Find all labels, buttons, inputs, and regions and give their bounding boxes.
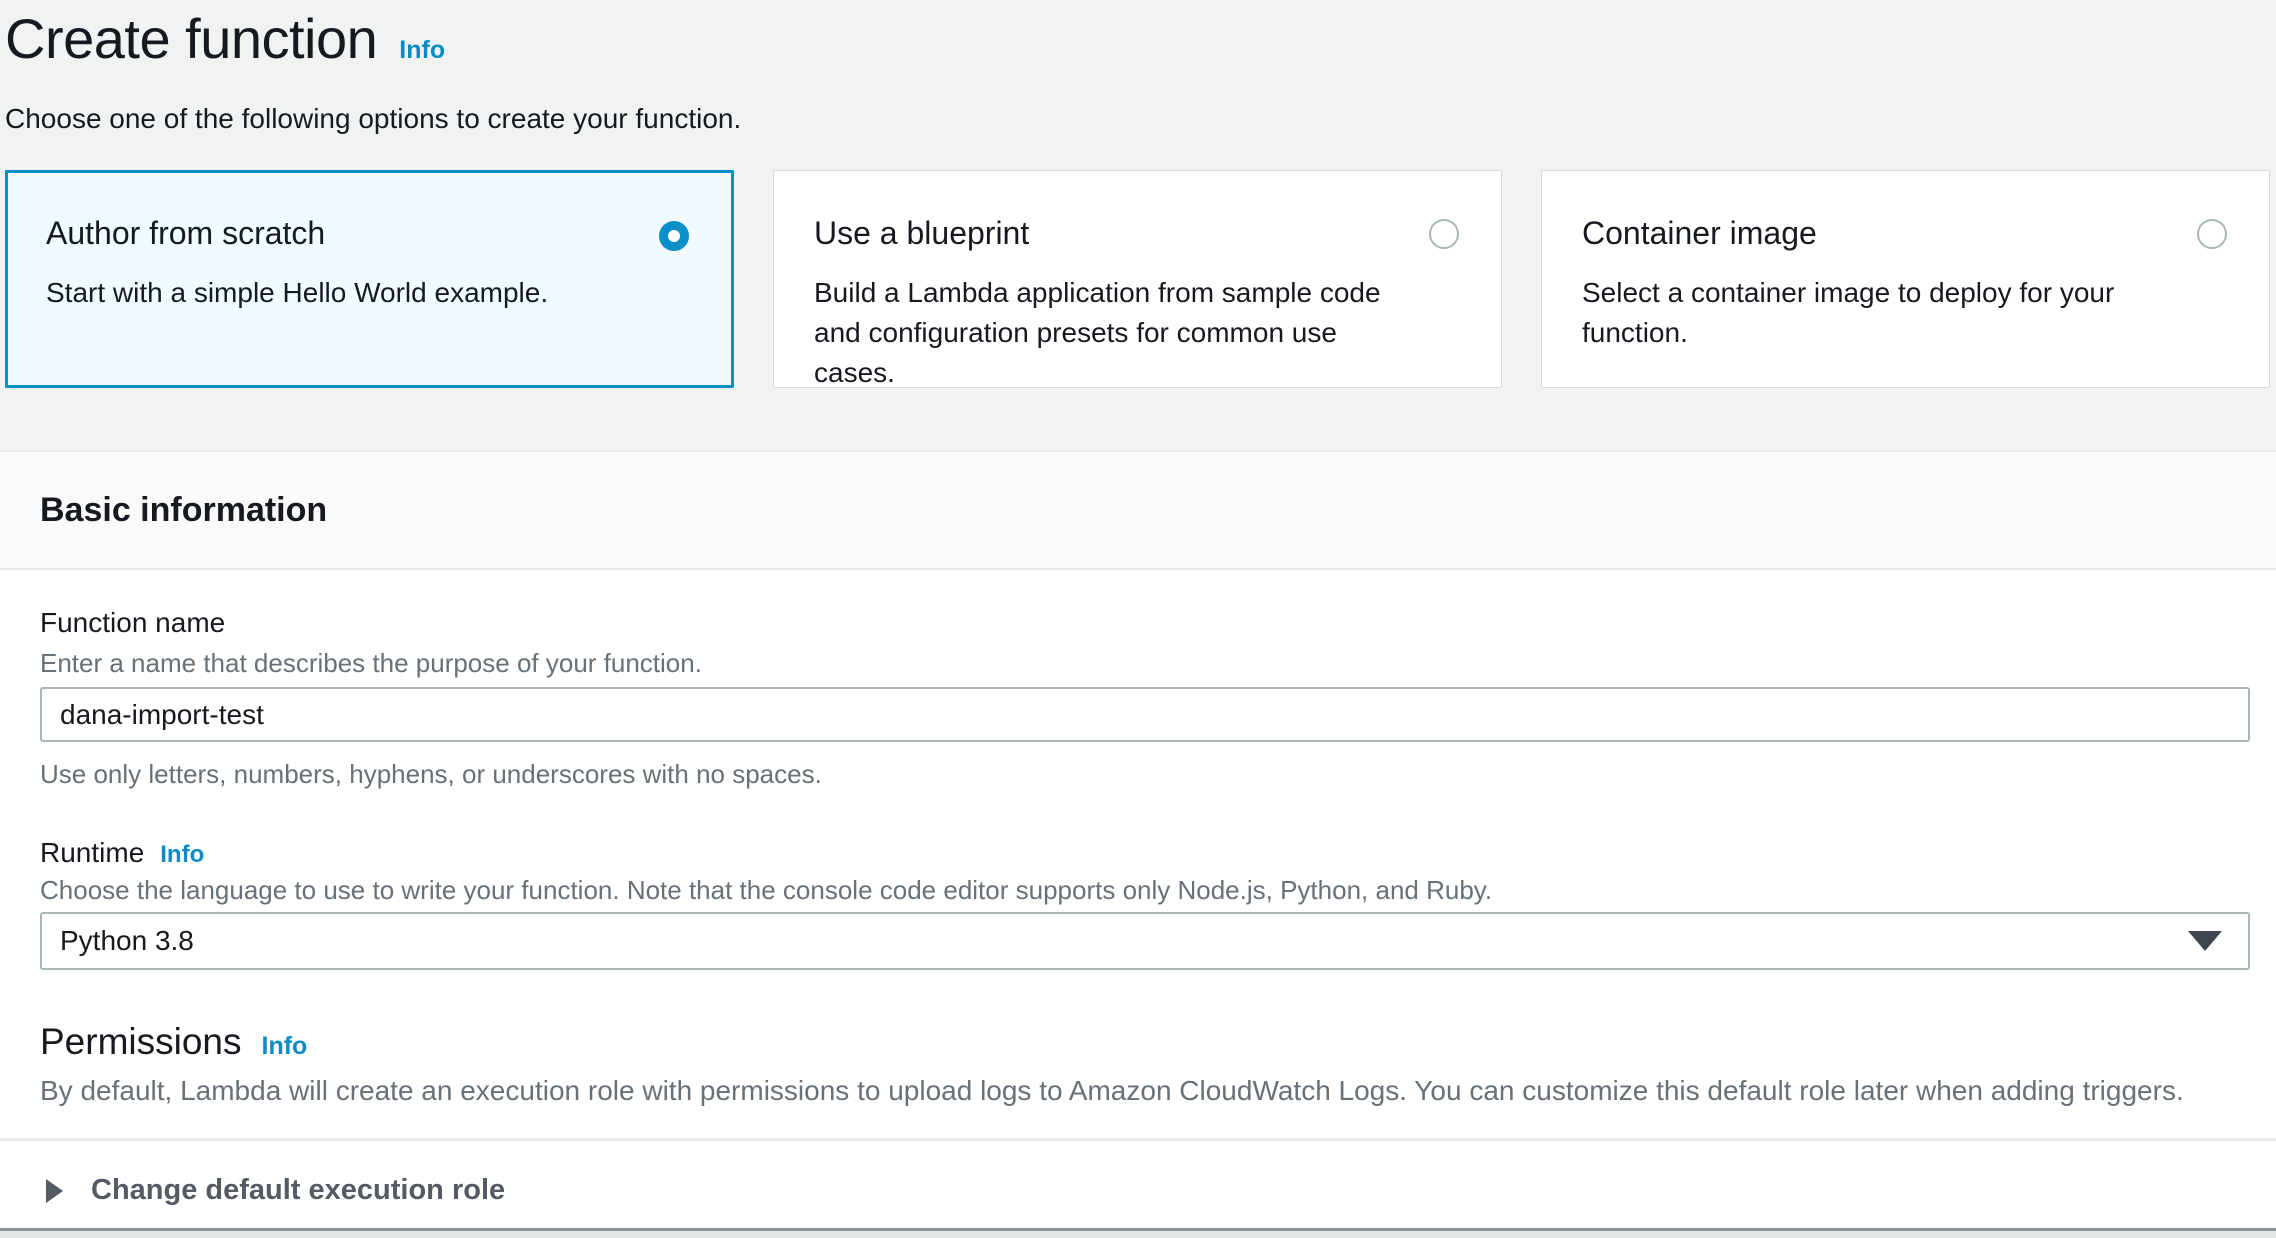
function-name-description: Enter a name that describes the purpose … xyxy=(40,647,2250,679)
card-title: Use a blueprint xyxy=(814,213,1421,253)
card-title: Author from scratch xyxy=(46,213,653,253)
option-card-container-image[interactable]: Container image Select a container image… xyxy=(1541,170,2270,388)
basic-information-form: Function name Enter a name that describe… xyxy=(0,606,2276,1237)
runtime-label-row: Runtime Info xyxy=(40,836,2250,870)
card-description: Build a Lambda application from sample c… xyxy=(814,273,1421,393)
card-description: Start with a simple Hello World example. xyxy=(46,273,653,313)
function-name-constraint: Use only letters, numbers, hyphens, or u… xyxy=(40,758,2250,790)
section-divider-bottom xyxy=(0,1228,2276,1238)
runtime-label: Runtime xyxy=(40,836,144,870)
option-card-author-from-scratch[interactable]: Author from scratch Start with a simple … xyxy=(5,170,734,388)
function-name-label: Function name xyxy=(40,606,2250,640)
function-name-input[interactable] xyxy=(40,687,2250,742)
radio-unselected-icon[interactable] xyxy=(1429,219,1459,249)
radio-selected-icon[interactable] xyxy=(659,221,689,251)
page-title: Create function xyxy=(5,6,377,72)
radio-unselected-icon[interactable] xyxy=(2197,219,2227,249)
runtime-description: Choose the language to use to write your… xyxy=(40,874,2250,906)
card-title: Container image xyxy=(1582,213,2189,253)
option-card-use-a-blueprint[interactable]: Use a blueprint Build a Lambda applicati… xyxy=(773,170,1502,388)
card-description: Select a container image to deploy for y… xyxy=(1582,273,2189,353)
page-subtitle: Choose one of the following options to c… xyxy=(5,100,2270,138)
permissions-description: By default, Lambda will create an execut… xyxy=(40,1074,2250,1108)
basic-information-heading: Basic information xyxy=(40,491,327,530)
runtime-info-link[interactable]: Info xyxy=(160,841,204,869)
runtime-selected-value: Python 3.8 xyxy=(60,925,194,957)
permissions-info-link[interactable]: Info xyxy=(262,1032,308,1061)
runtime-select[interactable]: Python 3.8 xyxy=(40,912,2250,970)
dropdown-arrow-icon xyxy=(2188,931,2222,951)
basic-information-section-header: Basic information xyxy=(0,452,2276,570)
change-default-execution-role-expander[interactable]: Change default execution role xyxy=(40,1141,2250,1237)
permissions-heading: Permissions xyxy=(40,1020,242,1064)
permissions-heading-row: Permissions Info xyxy=(40,1020,2250,1064)
page-header: Create function Info Choose one of the f… xyxy=(0,0,2276,452)
title-row: Create function Info xyxy=(5,6,2270,72)
expander-label: Change default execution role xyxy=(91,1174,505,1207)
expand-caret-icon xyxy=(46,1179,63,1203)
page-title-info-link[interactable]: Info xyxy=(399,36,445,65)
creation-option-cards: Author from scratch Start with a simple … xyxy=(5,170,2270,388)
